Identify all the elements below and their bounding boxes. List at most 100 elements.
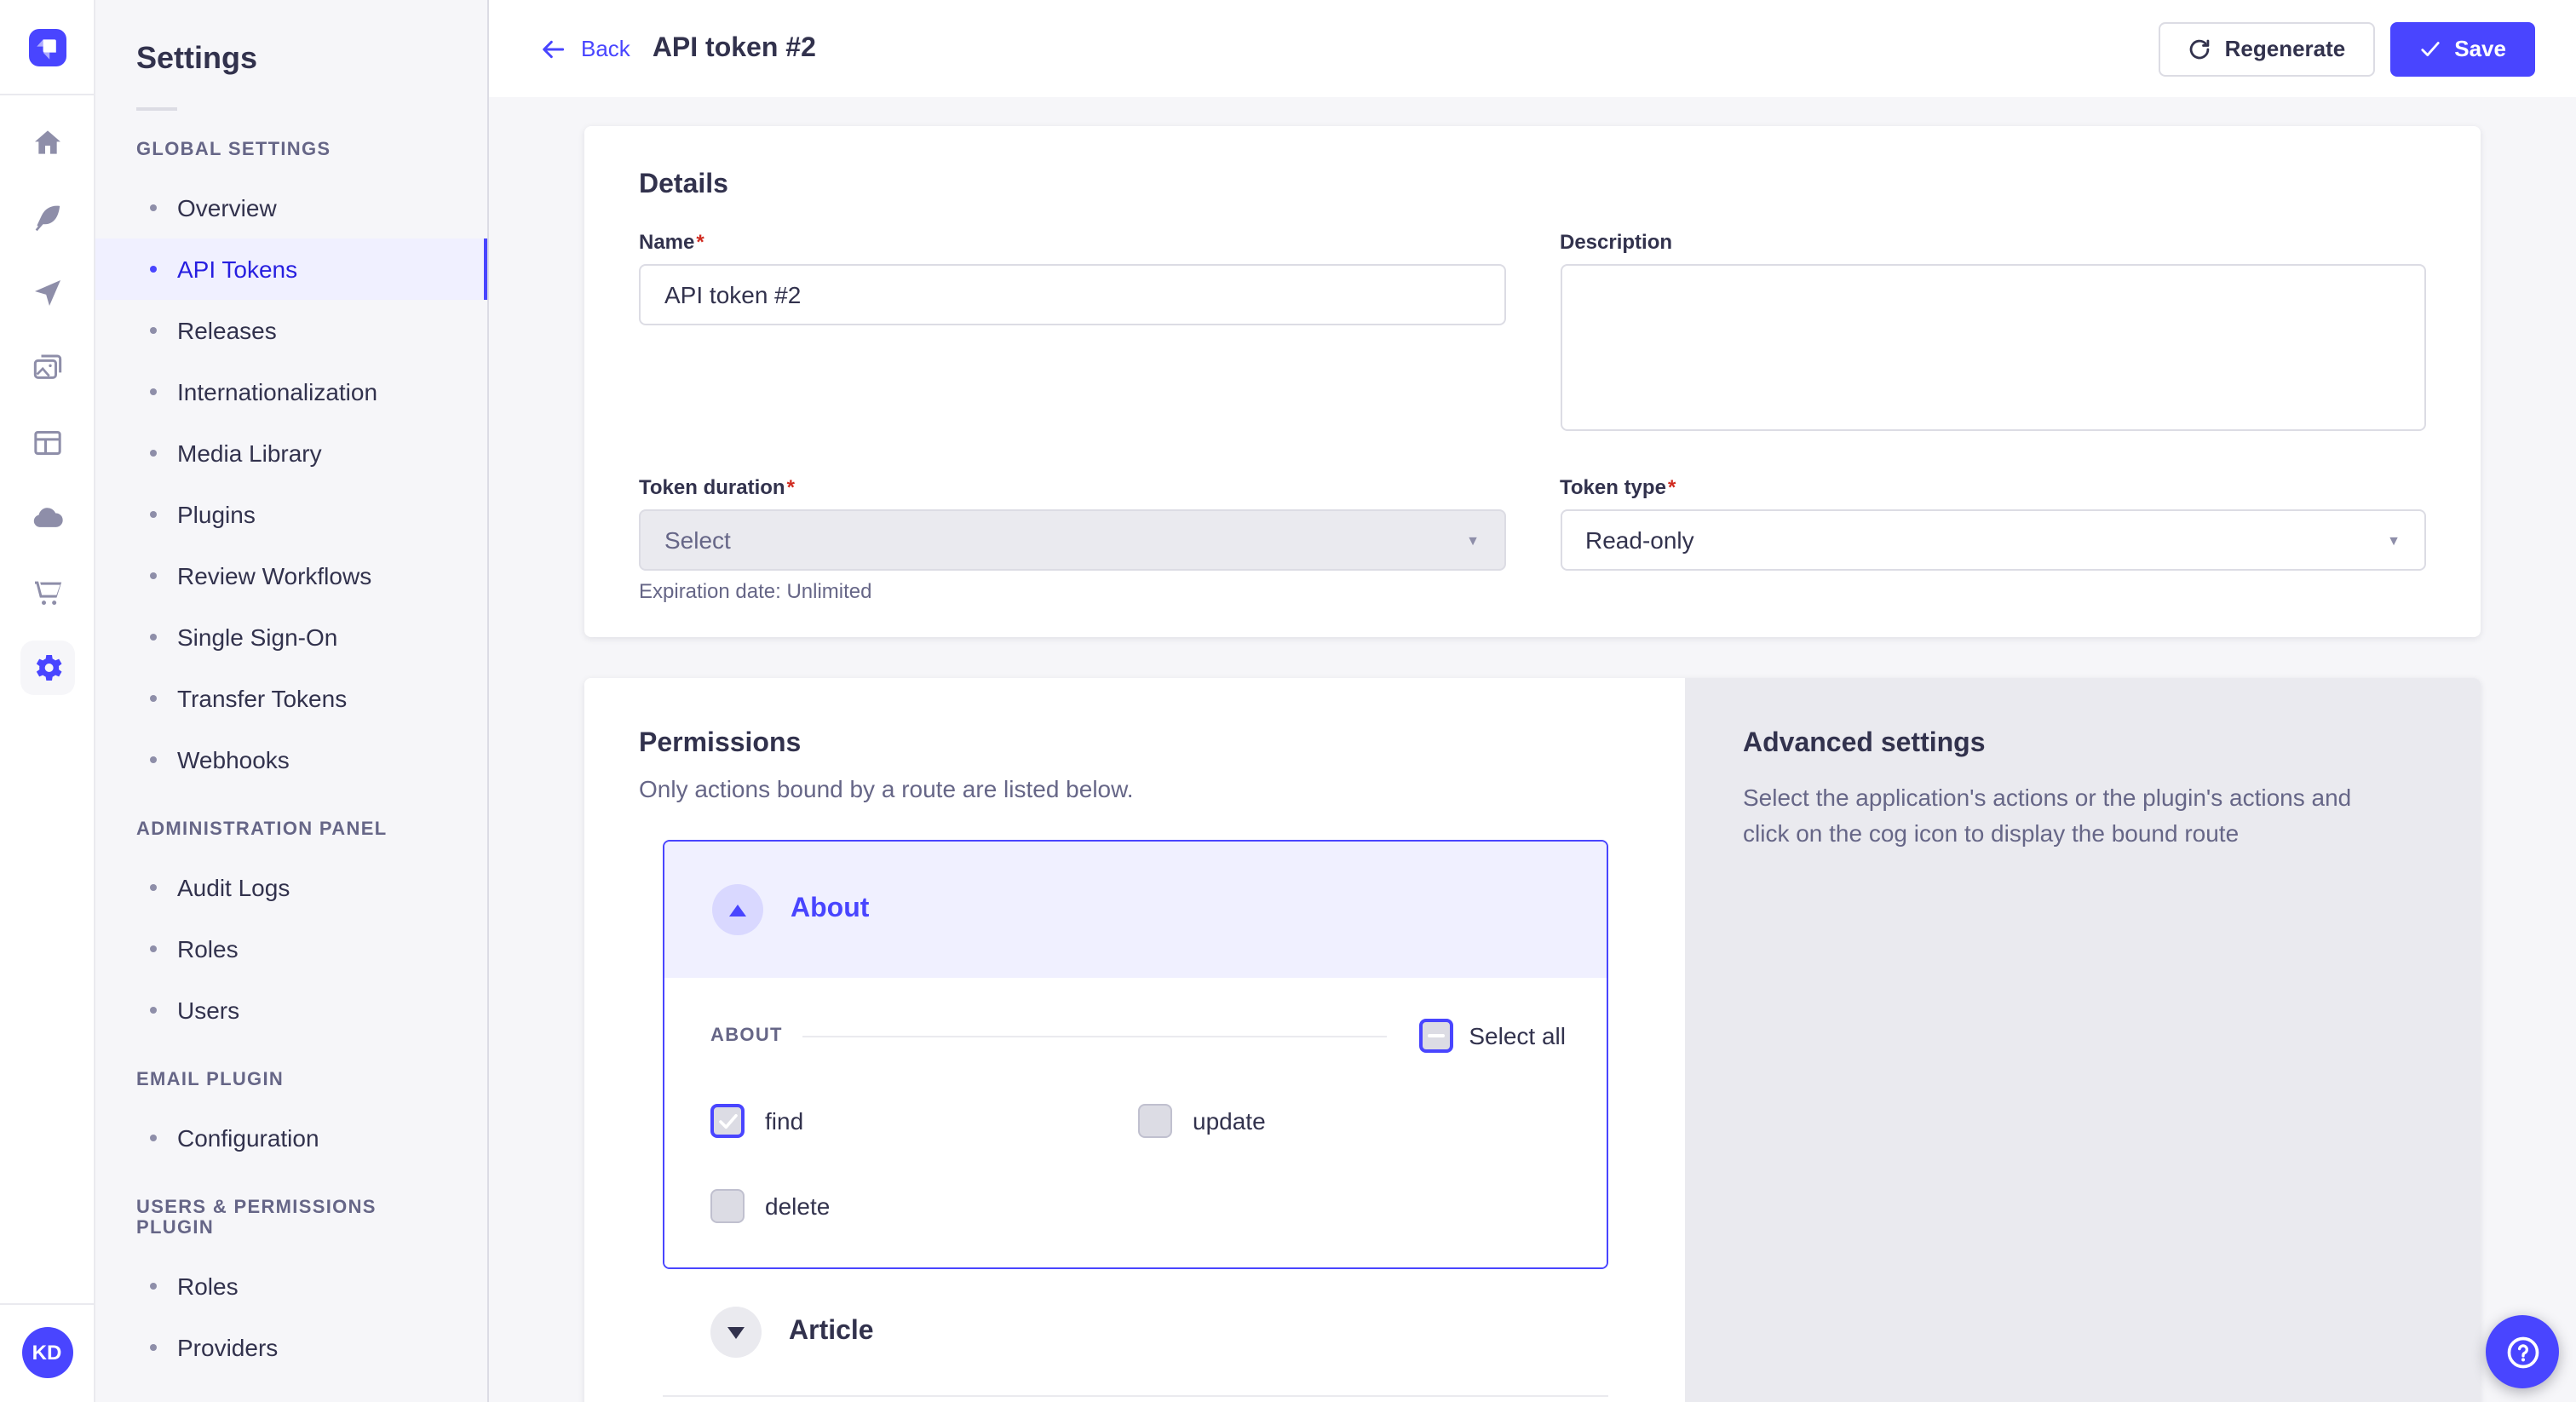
regenerate-button[interactable]: Regenerate bbox=[2159, 21, 2375, 76]
sidebar-item-up-roles[interactable]: Roles bbox=[95, 1255, 487, 1317]
bullet-icon bbox=[150, 1135, 157, 1141]
back-label: Back bbox=[581, 36, 630, 61]
bullet-icon bbox=[150, 1007, 157, 1014]
bullet-icon bbox=[150, 327, 157, 334]
name-field: Name bbox=[639, 230, 1505, 431]
permissions-card: Permissions Only actions bound by a rout… bbox=[584, 678, 2481, 1402]
avatar[interactable]: KD bbox=[21, 1327, 72, 1378]
section-users-permissions-plugin: USERS & PERMISSIONS PLUGIN Roles Provide… bbox=[95, 1198, 487, 1378]
permissions-heading: Permissions bbox=[639, 729, 1630, 760]
accordion-about: About ABOUT Select all bbox=[663, 840, 1608, 1269]
description-field: Description bbox=[1560, 230, 2426, 431]
check-icon bbox=[2418, 37, 2441, 60]
back-link[interactable]: Back bbox=[540, 35, 630, 62]
name-input[interactable] bbox=[639, 264, 1505, 325]
sidebar-item-media-library[interactable]: Media Library bbox=[95, 422, 487, 484]
rail-deploy-button[interactable] bbox=[20, 266, 74, 320]
sidebar-item-api-tokens[interactable]: API Tokens bbox=[95, 238, 487, 300]
bullet-icon bbox=[150, 884, 157, 891]
sidebar-item-admin-roles[interactable]: Roles bbox=[95, 918, 487, 980]
rail-bottom-divider bbox=[0, 1303, 94, 1305]
bullet-icon bbox=[150, 572, 157, 579]
sidebar-item-releases[interactable]: Releases bbox=[95, 300, 487, 361]
check-icon bbox=[718, 1113, 737, 1129]
permission-find: find bbox=[710, 1104, 1138, 1138]
rail-content-manager-button[interactable] bbox=[20, 416, 74, 470]
media-icon bbox=[30, 351, 64, 385]
icon-rail: KD bbox=[0, 0, 95, 1402]
sidebar-item-users[interactable]: Users bbox=[95, 980, 487, 1041]
section-administration-panel: ADMINISTRATION PANEL Audit Logs Roles Us… bbox=[95, 819, 487, 1041]
permission-update: update bbox=[1138, 1104, 1566, 1138]
strapi-logo-button[interactable] bbox=[26, 27, 67, 68]
details-heading: Details bbox=[639, 170, 2426, 201]
select-all-checkbox[interactable] bbox=[1419, 1019, 1453, 1053]
bullet-icon bbox=[150, 204, 157, 211]
details-card: Details Name Description Token duration … bbox=[584, 126, 2481, 637]
help-button[interactable] bbox=[2486, 1315, 2559, 1388]
bullet-icon bbox=[150, 695, 157, 702]
app-root: KD Settings GLOBAL SETTINGS Overview API… bbox=[0, 0, 2576, 1402]
advanced-settings-panel: Advanced settings Select the application… bbox=[1685, 678, 2481, 1402]
sidebar-item-overview[interactable]: Overview bbox=[95, 177, 487, 238]
accordion-collapse-button[interactable] bbox=[712, 884, 763, 935]
bullet-icon bbox=[150, 756, 157, 763]
save-label: Save bbox=[2454, 36, 2506, 61]
bullet-icon bbox=[150, 450, 157, 457]
token-type-select[interactable]: Read-only bbox=[1560, 509, 2426, 571]
bullet-icon bbox=[150, 511, 157, 518]
token-duration-label: Token duration bbox=[639, 475, 795, 499]
layout-icon bbox=[30, 426, 64, 460]
rail-home-button[interactable] bbox=[20, 116, 74, 170]
select-all-label: Select all bbox=[1469, 1022, 1566, 1049]
accordion-about-body: ABOUT Select all bbox=[664, 978, 1607, 1267]
sidebar-item-configuration[interactable]: Configuration bbox=[95, 1107, 487, 1169]
delete-checkbox[interactable] bbox=[710, 1189, 745, 1223]
token-type-label: Token type bbox=[1560, 475, 1676, 499]
accordion-about-header[interactable]: About bbox=[664, 842, 1607, 978]
sidebar-item-review-workflows[interactable]: Review Workflows bbox=[95, 545, 487, 606]
sidebar-item-internationalization[interactable]: Internationalization bbox=[95, 361, 487, 422]
page-content: Details Name Description Token duration … bbox=[489, 97, 2576, 1402]
description-label: Description bbox=[1560, 230, 1672, 254]
token-duration-field: Token duration Select Expiration date: U… bbox=[639, 475, 1505, 603]
home-icon bbox=[30, 126, 64, 160]
sidebar-item-single-sign-on[interactable]: Single Sign-On bbox=[95, 606, 487, 668]
find-checkbox[interactable] bbox=[710, 1104, 745, 1138]
name-label: Name bbox=[639, 230, 704, 254]
expiration-hint: Expiration date: Unlimited bbox=[639, 579, 1505, 603]
rail-cloud-button[interactable] bbox=[20, 491, 74, 545]
main-area: Back API token #2 Regenerate Save bbox=[489, 0, 2576, 1402]
token-type-field: Token type Read-only bbox=[1560, 475, 2426, 603]
group-divider bbox=[803, 1035, 1388, 1037]
token-type-value: Read-only bbox=[1585, 526, 1694, 554]
send-icon bbox=[30, 276, 64, 310]
token-duration-select[interactable]: Select bbox=[639, 509, 1505, 571]
refresh-icon bbox=[2188, 37, 2211, 60]
rail-settings-button[interactable] bbox=[20, 641, 74, 695]
sidebar-item-transfer-tokens[interactable]: Transfer Tokens bbox=[95, 668, 487, 729]
update-checkbox[interactable] bbox=[1138, 1104, 1172, 1138]
rail-content-builder-button[interactable] bbox=[20, 191, 74, 245]
rail-media-library-button[interactable] bbox=[20, 341, 74, 395]
sidebar-item-plugins[interactable]: Plugins bbox=[95, 484, 487, 545]
feather-icon bbox=[30, 201, 64, 235]
sidebar-item-audit-logs[interactable]: Audit Logs bbox=[95, 857, 487, 918]
sidebar-item-webhooks[interactable]: Webhooks bbox=[95, 729, 487, 790]
rail-marketplace-button[interactable] bbox=[20, 566, 74, 620]
regenerate-label: Regenerate bbox=[2225, 36, 2346, 61]
accordion-article[interactable]: Article bbox=[710, 1307, 1608, 1358]
section-label: GLOBAL SETTINGS bbox=[95, 140, 487, 160]
accordion-expand-button[interactable] bbox=[710, 1307, 762, 1358]
bullet-icon bbox=[150, 634, 157, 641]
settings-sidebar: Settings GLOBAL SETTINGS Overview API To… bbox=[95, 0, 489, 1402]
bullet-icon bbox=[150, 945, 157, 952]
save-button[interactable]: Save bbox=[2389, 21, 2535, 76]
sidebar-title-divider bbox=[136, 107, 177, 111]
permission-label: find bbox=[765, 1107, 803, 1135]
sidebar-item-providers[interactable]: Providers bbox=[95, 1317, 487, 1378]
description-textarea[interactable] bbox=[1560, 264, 2426, 431]
about-group-label: ABOUT bbox=[710, 1026, 783, 1046]
permissions-panel: Permissions Only actions bound by a rout… bbox=[584, 678, 1685, 1402]
cart-icon bbox=[30, 576, 64, 610]
